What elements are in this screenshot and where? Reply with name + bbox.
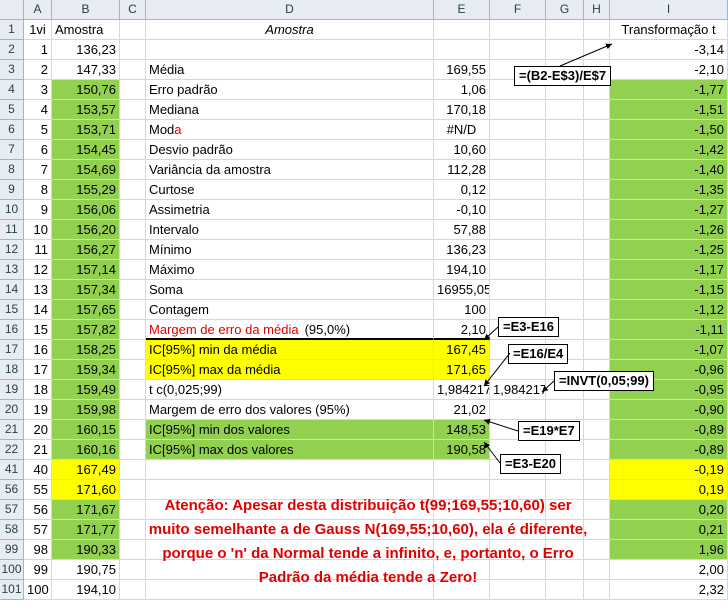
- arrow-margin: [483, 326, 499, 341]
- spreadsheet: A B C D E F G H I 1 1vi Amostra Amostra Transformação…: [0, 0, 728, 610]
- arrow-ic-max: [483, 352, 511, 387]
- callout-arrows: [483, 43, 613, 464]
- arrow-transform: [559, 43, 613, 67]
- arrow-ic-min-values: [483, 441, 501, 464]
- arrow-invt: [541, 380, 555, 393]
- arrow-margin-values: [483, 418, 519, 432]
